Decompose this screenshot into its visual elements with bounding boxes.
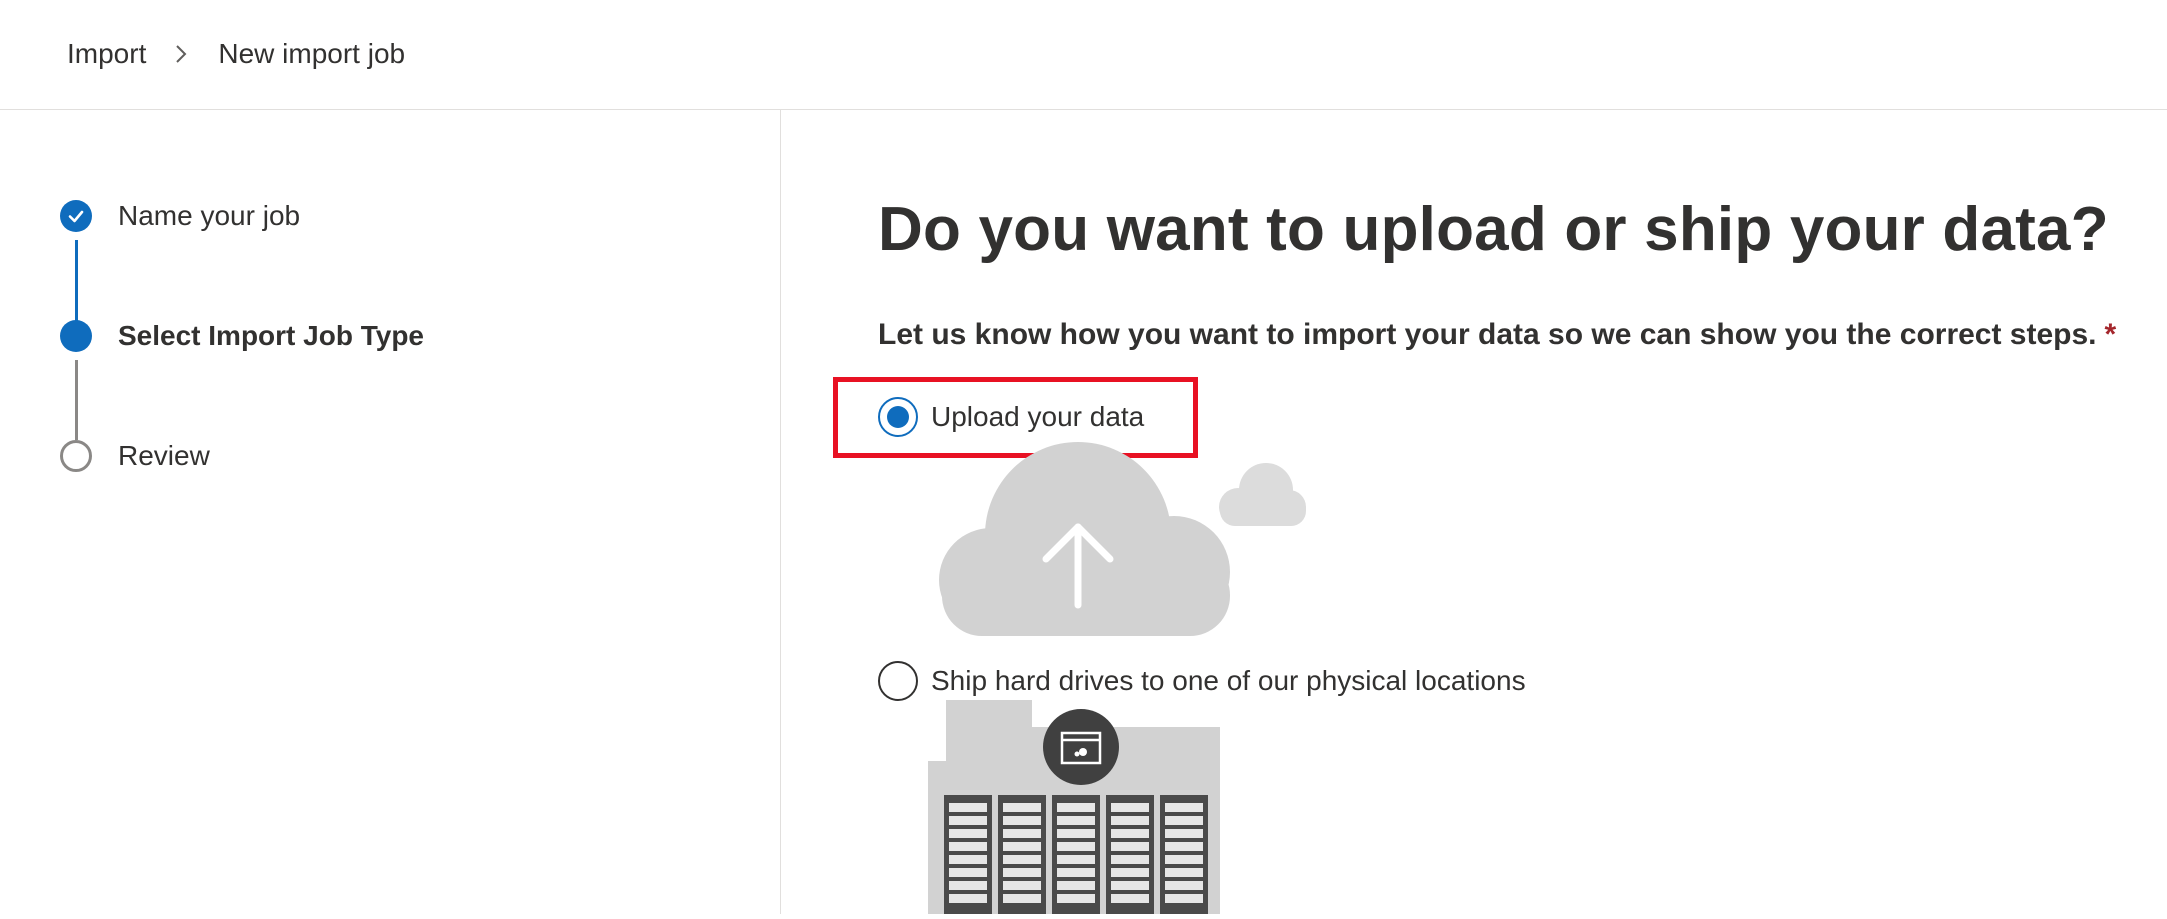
wizard-step-label: Name your job [118,200,301,231]
cloud-upload-illustration [928,435,1308,655]
upload-data-radio[interactable] [878,397,918,437]
main-content: Do you want to upload or ship your data?… [833,110,2167,914]
wizard-step-select-import-job-type[interactable]: Select Import Job Type [60,320,424,352]
wizard-step-label: Review [118,440,210,471]
chevron-right-icon [166,39,196,69]
datacenter-illustration [928,699,1228,919]
step-connector-completed [75,240,78,324]
required-marker: * [2104,318,2117,351]
upload-data-radio-option[interactable]: Upload your data [878,397,1144,437]
upload-data-label: Upload your data [931,401,1145,432]
question-prompt: Let us know how you want to import your … [878,318,2116,352]
ship-hard-drives-label: Ship hard drives to one of our physical … [931,665,1526,696]
pending-step-circle-icon [60,440,92,472]
checkmark-icon [60,200,92,232]
breadcrumb-import-link[interactable]: Import [67,38,146,70]
ship-hard-drives-radio-option[interactable]: Ship hard drives to one of our physical … [878,661,1526,701]
step-connector-pending [75,360,78,440]
wizard-step-name-your-job[interactable]: Name your job [60,200,300,232]
wizard-steps-panel: Name your job Select Import Job Type Rev… [0,110,781,914]
page-header: Import New import job [0,0,2167,110]
page-title: Do you want to upload or ship your data? [878,195,2109,264]
prompt-text: Let us know how you want to import your … [878,318,2097,351]
breadcrumb-current: New import job [218,38,406,69]
current-step-dot-icon [60,320,92,352]
wizard-step-review[interactable]: Review [60,440,210,472]
wizard-step-label: Select Import Job Type [118,320,424,351]
ship-hard-drives-radio[interactable] [878,661,918,701]
breadcrumb: Import New import job [67,38,405,70]
radio-selected-dot [887,406,909,428]
